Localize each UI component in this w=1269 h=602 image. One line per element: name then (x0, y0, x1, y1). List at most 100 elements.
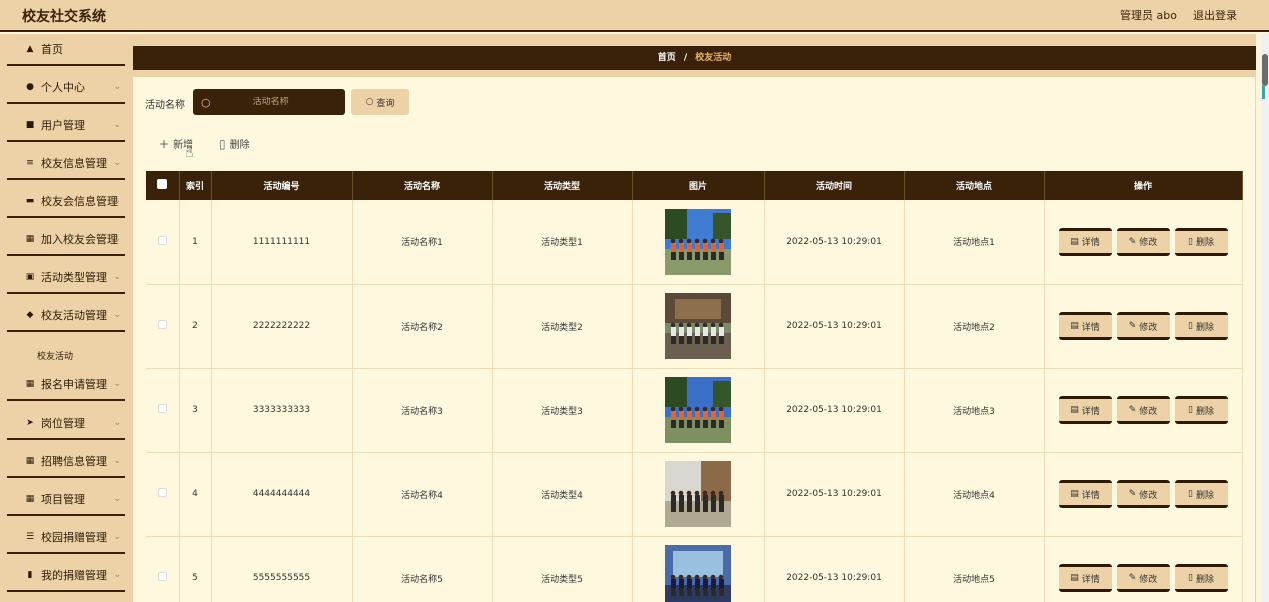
chevron-down-icon: ⌄ (113, 234, 121, 244)
edit-button[interactable]: ✎ 修改 (1116, 227, 1170, 256)
place-cell: 活动地点2 (904, 284, 1045, 369)
detail-button[interactable]: ▤ 详情 (1058, 396, 1112, 424)
row-checkbox[interactable] (157, 488, 167, 497)
table-row: 1 1111111111 活动名称1 活动类型1 2022-05-13 10:29:01… (146, 200, 1243, 285)
code-cell: 5555555555 (211, 536, 353, 602)
breadcrumb-home[interactable]: 首页 (658, 53, 676, 63)
column-header[interactable] (146, 171, 180, 200)
row-delete-button[interactable]: ▯ 删除 (1174, 564, 1228, 592)
query-button[interactable]: ○ 查询 (351, 89, 409, 115)
chevron-down-icon: ⌄ (113, 82, 121, 92)
detail-button[interactable]: ▤ 详情 (1058, 227, 1112, 256)
sidebar-item-10[interactable]: ▦ 招聘信息管理 ⌄ (7, 446, 125, 478)
sidebar-item-label: 报名申请管理 (41, 378, 107, 391)
trash-icon: ▯ (1188, 405, 1193, 415)
sidebar-item-3[interactable]: ≡ 校友信息管理 ⌄ (7, 148, 125, 180)
table-header-row: 索引 活动编号 活动名称 活动类型 图片 活动时间 活动地点 操作 (146, 171, 1243, 200)
column-header: 索引 (179, 171, 212, 200)
delete-button-label: 删除 (1195, 490, 1214, 501)
breadcrumb-separator: / (683, 53, 688, 63)
activity-photo[interactable] (665, 461, 731, 527)
sidebar-item-12[interactable]: ☰ 校园捐赠管理 ⌄ (7, 522, 125, 554)
row-checkbox[interactable] (157, 404, 167, 413)
detail-button[interactable]: ▤ 详情 (1058, 312, 1112, 340)
sidebar-item-7[interactable]: ◆ 校友活动管理 ⌄ (7, 300, 125, 332)
sidebar-item-label: 活动类型管理 (41, 271, 107, 284)
sidebar-item-label: 个人中心 (41, 81, 85, 94)
name-cell: 活动名称2 (352, 284, 493, 369)
trash-icon: ▯ (1188, 236, 1193, 247)
scrollbar[interactable] (1261, 34, 1269, 602)
detail-button[interactable]: ▤ 详情 (1058, 564, 1112, 592)
activity-photo[interactable] (665, 377, 731, 443)
detail-button-label: 详情 (1081, 238, 1100, 249)
sidebar-item-9[interactable]: ➤ 岗位管理 ⌄ (7, 408, 125, 440)
row-delete-button[interactable]: ▯ 删除 (1174, 480, 1228, 508)
edit-button[interactable]: ✎ 修改 (1116, 312, 1170, 340)
edit-button[interactable]: ✎ 修改 (1116, 564, 1170, 592)
chevron-down-icon: ⌄ (113, 418, 121, 428)
photo-cell (632, 452, 765, 537)
row-select-cell[interactable] (146, 284, 180, 369)
chevron-down-icon: ⌄ (113, 196, 121, 206)
activity-photo[interactable] (665, 293, 731, 359)
sidebar-item-5[interactable]: ▦ 加入校友会管理 ⌄ (7, 224, 125, 256)
edit-button[interactable]: ✎ 修改 (1116, 396, 1170, 424)
photo-cell (632, 284, 765, 369)
row-delete-button[interactable]: ▯ 删除 (1174, 312, 1228, 340)
code-cell: 3333333333 (211, 368, 353, 453)
detail-button[interactable]: ▤ 详情 (1058, 480, 1112, 508)
sidebar-subitem-activity[interactable]: 校友活动 (37, 349, 73, 362)
column-header: 活动编号 (211, 171, 353, 200)
row-checkbox[interactable] (157, 235, 167, 245)
sidebar-item-1[interactable]: ● 个人中心 ⌄ (7, 72, 125, 104)
edit-icon: ■ (25, 120, 35, 130)
breadcrumb: 首页 / 校友活动 (133, 46, 1256, 70)
document-icon: ▤ (1070, 321, 1079, 331)
sidebar-item-4[interactable]: ▬ 校友会信息管理 ⌄ (7, 186, 125, 218)
row-select-cell[interactable] (146, 200, 180, 285)
user-name[interactable]: 管理员 abo (1120, 7, 1177, 23)
delete-button[interactable]: ▯ 删除 (219, 136, 250, 152)
select-all-checkbox[interactable] (157, 179, 168, 189)
code-cell: 2222222222 (211, 284, 353, 369)
sidebar-item-label: 项目管理 (41, 493, 85, 506)
logout-link[interactable]: 退出登录 (1193, 7, 1237, 23)
type-cell: 活动类型4 (492, 452, 633, 537)
row-delete-button[interactable]: ▯ 删除 (1174, 396, 1228, 424)
sidebar-item-label: 招聘信息管理 (41, 455, 107, 468)
search-label: 活动名称 (145, 100, 185, 111)
edit-button[interactable]: ✎ 修改 (1116, 480, 1170, 508)
row-delete-button[interactable]: ▯ 删除 (1174, 227, 1228, 256)
sidebar-item-6[interactable]: ▣ 活动类型管理 ⌄ (7, 262, 125, 294)
row-checkbox[interactable] (157, 572, 167, 581)
scroll-thumb[interactable] (1262, 54, 1268, 86)
sidebar-item-label: 校友活动管理 (41, 309, 107, 322)
activity-photo[interactable] (665, 208, 731, 275)
column-header: 图片 (632, 171, 765, 200)
table-row: 4 4444444444 活动名称4 活动类型4 2022-05-13 10:29:01… (146, 452, 1243, 537)
activity-table: 索引 活动编号 活动名称 活动类型 图片 活动时间 活动地点 操作 1 1111111111 活动… (146, 171, 1243, 602)
edit-button-label: 修改 (1139, 574, 1158, 585)
sidebar-item-11[interactable]: ▦ 项目管理 ⌄ (7, 484, 125, 516)
sidebar-item-label: 我的捐赠管理 (41, 569, 107, 582)
delete-button-label: 删除 (1195, 574, 1214, 585)
sidebar-item-0[interactable]: ▲ 首页 (7, 34, 125, 66)
place-cell: 活动地点1 (904, 200, 1045, 285)
time-cell: 2022-05-13 10:29:01 (764, 536, 905, 602)
trash-icon: ▯ (1188, 573, 1193, 583)
row-select-cell[interactable] (146, 452, 180, 537)
sidebar-item-8[interactable]: ▦ 报名申请管理 ⌄ (7, 369, 125, 401)
search-input[interactable] (210, 97, 331, 107)
place-cell: 活动地点4 (904, 452, 1045, 537)
index-cell: 3 (179, 368, 212, 453)
row-select-cell[interactable] (146, 536, 180, 602)
delete-button-label: 删除 (1195, 238, 1214, 249)
pencil-icon: ✎ (1128, 236, 1137, 247)
index-cell: 4 (179, 452, 212, 537)
row-checkbox[interactable] (157, 320, 167, 329)
row-select-cell[interactable] (146, 368, 180, 453)
sidebar-item-2[interactable]: ■ 用户管理 ⌄ (7, 110, 125, 142)
sidebar-item-13[interactable]: ▮ 我的捐赠管理 ⌄ (7, 560, 125, 592)
activity-photo[interactable] (665, 545, 731, 602)
